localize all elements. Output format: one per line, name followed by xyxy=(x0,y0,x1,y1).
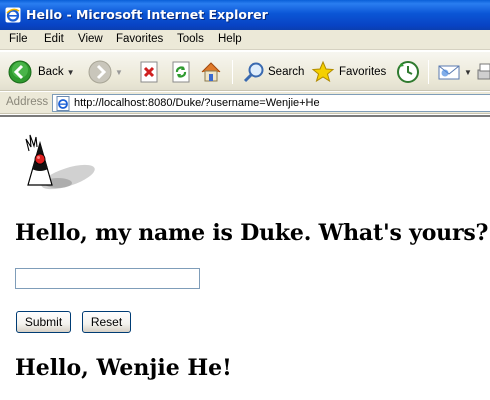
address-label: Address xyxy=(6,96,49,108)
ie-icon xyxy=(5,7,21,23)
page-ie-icon xyxy=(56,96,70,111)
forward-button[interactable]: ▼ xyxy=(88,58,123,86)
history-icon xyxy=(397,61,419,83)
search-label: Search xyxy=(268,66,305,78)
history-button[interactable] xyxy=(396,58,420,86)
stop-button[interactable] xyxy=(138,58,160,86)
submit-button[interactable]: Submit xyxy=(16,311,71,333)
favorites-label: Favorites xyxy=(339,66,387,78)
back-button[interactable]: Back ▼ xyxy=(8,58,75,86)
stop-icon xyxy=(140,61,158,83)
favorites-star-icon xyxy=(311,60,335,83)
toolbar-separator xyxy=(428,60,429,84)
back-label: Back xyxy=(38,66,64,78)
print-button[interactable] xyxy=(476,58,490,86)
page-content: Hello, my name is Duke. What's yours? Su… xyxy=(0,115,490,400)
greeting-response-heading: Hello, Wenjie He! xyxy=(15,355,232,381)
address-url: http://localhost:8080/Duke/?username=Wen… xyxy=(74,97,320,109)
menu-edit[interactable]: Edit xyxy=(44,33,64,45)
print-icon xyxy=(477,63,490,80)
username-input[interactable] xyxy=(15,268,200,289)
home-button[interactable] xyxy=(199,58,223,86)
duke-mascot-image xyxy=(25,134,95,190)
back-dropdown-icon[interactable]: ▼ xyxy=(67,68,75,77)
refresh-button[interactable] xyxy=(170,58,192,86)
reset-button[interactable]: Reset xyxy=(82,311,131,333)
mail-envelope-icon xyxy=(438,65,460,80)
menu-favorites[interactable]: Favorites xyxy=(116,33,163,45)
search-icon xyxy=(243,62,264,83)
address-input[interactable]: http://localhost:8080/Duke/?username=Wen… xyxy=(52,94,490,112)
address-bar: Address http://localhost:8080/Duke/?user… xyxy=(0,92,490,114)
menu-file[interactable]: File xyxy=(9,33,28,45)
greeting-prompt-heading: Hello, my name is Duke. What's yours? xyxy=(15,220,489,246)
menu-help[interactable]: Help xyxy=(218,33,242,45)
refresh-icon xyxy=(172,61,190,83)
home-icon xyxy=(201,62,221,82)
mail-dropdown-icon[interactable]: ▼ xyxy=(464,68,472,77)
toolbar-separator xyxy=(232,60,233,84)
forward-dropdown-icon[interactable]: ▼ xyxy=(115,68,123,77)
window-title: Hello - Microsoft Internet Explorer xyxy=(26,7,268,22)
menu-tools[interactable]: Tools xyxy=(177,33,204,45)
window-title-bar: Hello - Microsoft Internet Explorer xyxy=(0,0,490,30)
forward-arrow-icon xyxy=(88,60,112,84)
standard-toolbar: Back ▼ ▼ Search Favorites ▼ xyxy=(0,51,490,91)
back-arrow-icon xyxy=(8,60,32,84)
mail-button[interactable]: ▼ xyxy=(437,58,472,86)
menu-view[interactable]: View xyxy=(78,33,103,45)
favorites-button[interactable]: Favorites xyxy=(311,58,386,86)
menu-bar: File Edit View Favorites Tools Help xyxy=(0,30,490,50)
search-button[interactable]: Search xyxy=(242,58,304,86)
